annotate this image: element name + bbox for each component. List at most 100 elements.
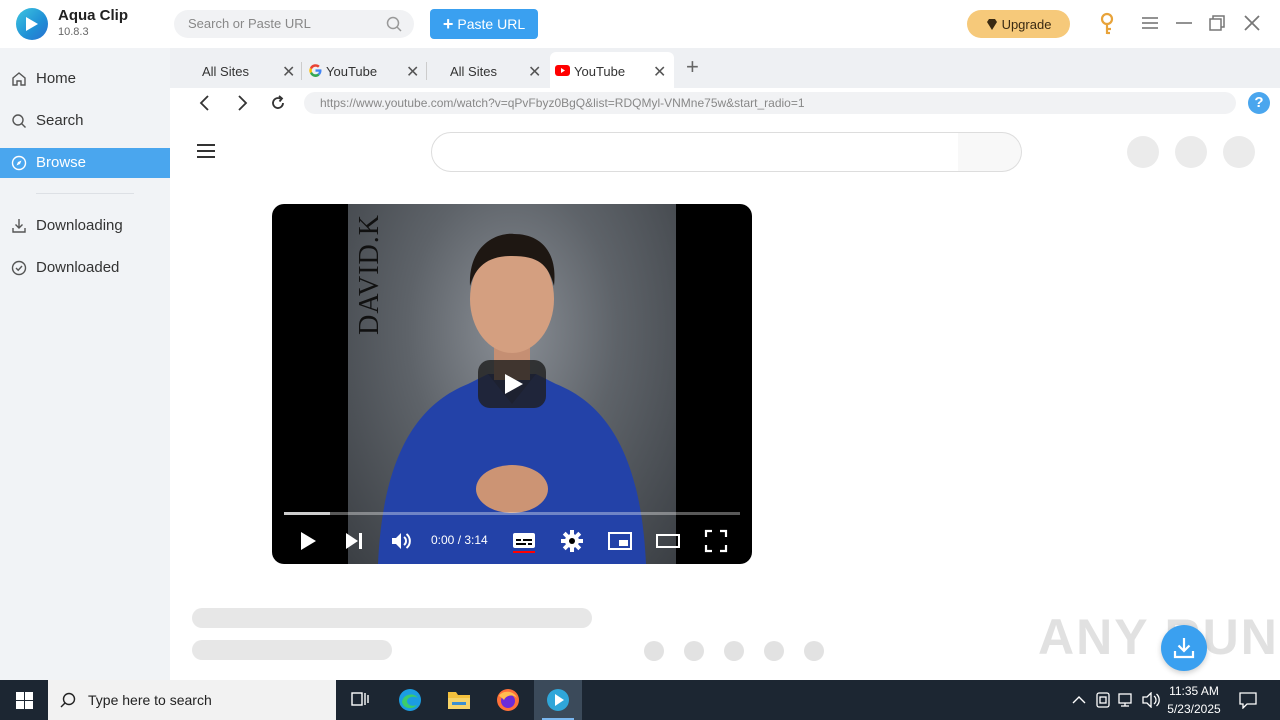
youtube-search-button[interactable] bbox=[958, 132, 1022, 172]
sidebar-item-label: Browse bbox=[36, 154, 87, 171]
tray-clock-time[interactable]: 11:35 AM bbox=[1166, 684, 1222, 698]
sidebar-item-home[interactable]: Home bbox=[0, 64, 170, 94]
tab-youtube-1[interactable]: YouTube ✕ bbox=[304, 52, 422, 88]
youtube-search-input[interactable] bbox=[431, 132, 959, 172]
watermark: ANY RUN bbox=[1038, 609, 1279, 665]
play-overlay-button[interactable] bbox=[478, 360, 546, 408]
tab-close-icon[interactable]: ✕ bbox=[406, 62, 419, 82]
folder-icon bbox=[448, 692, 470, 709]
miniplayer-icon[interactable] bbox=[608, 529, 632, 553]
subtitles-icon[interactable] bbox=[512, 529, 536, 553]
loading-channel-placeholder bbox=[192, 640, 392, 660]
sidebar-item-label: Search bbox=[36, 112, 84, 129]
upgrade-button[interactable]: Upgrade bbox=[967, 10, 1070, 38]
floating-download-button[interactable] bbox=[1161, 625, 1207, 671]
loading-dot bbox=[644, 641, 664, 661]
tray-clock-date[interactable]: 5/23/2025 bbox=[1166, 702, 1222, 716]
app-version: 10.8.3 bbox=[58, 26, 89, 38]
download-icon bbox=[12, 219, 26, 233]
loading-title-placeholder bbox=[192, 608, 592, 628]
sidebar-item-downloading[interactable]: Downloading bbox=[0, 211, 170, 241]
title-bar: Aqua Clip 10.8.3 + Paste URL Upgrade bbox=[0, 0, 1280, 48]
placeholder-circle bbox=[1175, 136, 1207, 168]
tab-close-icon[interactable]: ✕ bbox=[653, 62, 666, 82]
check-circle-icon bbox=[11, 260, 27, 276]
reload-icon[interactable] bbox=[269, 94, 287, 112]
paste-url-button[interactable]: + Paste URL bbox=[430, 9, 538, 39]
home-icon bbox=[12, 72, 26, 86]
tab-label: All Sites bbox=[202, 64, 249, 79]
sidebar-item-label: Home bbox=[36, 70, 77, 87]
loading-dot bbox=[724, 641, 744, 661]
fullscreen-icon[interactable] bbox=[704, 529, 728, 553]
search-icon[interactable] bbox=[386, 16, 402, 32]
hamburger-menu-icon[interactable] bbox=[197, 144, 215, 158]
tray-device-icon[interactable] bbox=[1095, 692, 1111, 708]
next-icon[interactable] bbox=[342, 529, 366, 553]
tab-label: All Sites bbox=[450, 64, 497, 79]
url-search-input[interactable] bbox=[188, 16, 378, 31]
restore-icon[interactable] bbox=[1206, 12, 1228, 34]
taskbar-edge[interactable] bbox=[386, 680, 434, 720]
tab-label: YouTube bbox=[574, 64, 626, 79]
sidebar-item-downloaded[interactable]: Downloaded bbox=[0, 253, 170, 283]
tab-label: YouTube bbox=[326, 64, 378, 79]
windows-taskbar: Type here to search 11:35 AM 5/23/2025 bbox=[0, 680, 1280, 720]
aqua-clip-icon bbox=[547, 689, 569, 711]
tab-close-icon[interactable]: ✕ bbox=[528, 62, 541, 82]
tab-separator bbox=[301, 62, 302, 80]
taskbar-search-box[interactable]: Type here to search bbox=[48, 680, 336, 720]
tab-all-sites-2[interactable]: All Sites ✕ bbox=[428, 52, 548, 88]
taskbar-aqua-clip[interactable] bbox=[534, 680, 582, 720]
tray-chevron-up-icon[interactable] bbox=[1072, 694, 1086, 706]
forward-icon[interactable] bbox=[233, 94, 251, 112]
loading-dot bbox=[684, 641, 704, 661]
video-time: 0:00 / 3:14 bbox=[431, 533, 488, 547]
help-button[interactable]: ? bbox=[1248, 92, 1270, 114]
back-icon[interactable] bbox=[196, 94, 214, 112]
minimize-icon[interactable] bbox=[1173, 12, 1195, 34]
windows-start-button[interactable] bbox=[0, 680, 48, 720]
menu-icon[interactable] bbox=[1139, 12, 1161, 34]
search-icon bbox=[60, 692, 76, 708]
google-icon bbox=[309, 64, 322, 77]
plus-icon: + bbox=[442, 14, 454, 34]
youtube-icon bbox=[555, 65, 570, 76]
url-field[interactable]: https://www.youtube.com/watch?v=qPvFbyz0… bbox=[304, 92, 1236, 114]
network-icon[interactable] bbox=[1118, 692, 1136, 708]
task-view-button[interactable] bbox=[336, 680, 384, 720]
volume-icon[interactable] bbox=[1142, 692, 1160, 708]
search-icon bbox=[12, 114, 26, 128]
new-tab-button[interactable]: + bbox=[686, 54, 699, 80]
tab-close-icon[interactable]: ✕ bbox=[282, 62, 295, 82]
notifications-icon[interactable] bbox=[1239, 691, 1257, 709]
settings-gear-icon[interactable] bbox=[560, 529, 584, 553]
sidebar: Home Search Browse Downloading Downloade… bbox=[0, 48, 170, 680]
tab-separator bbox=[426, 62, 427, 80]
placeholder-circle bbox=[1223, 136, 1255, 168]
tab-youtube-active[interactable]: YouTube ✕ bbox=[550, 52, 674, 88]
tab-all-sites-1[interactable]: All Sites ✕ bbox=[170, 52, 298, 88]
sidebar-divider bbox=[36, 193, 134, 194]
web-content: DAVID.K 0:00 / 3:14 ANY RUN bbox=[170, 118, 1280, 680]
firefox-icon bbox=[497, 689, 519, 711]
progress-bar[interactable] bbox=[284, 512, 740, 515]
theater-mode-icon[interactable] bbox=[656, 529, 680, 553]
upgrade-label: Upgrade bbox=[1001, 16, 1052, 32]
windows-logo-icon bbox=[16, 692, 33, 709]
taskbar-firefox[interactable] bbox=[484, 680, 532, 720]
sidebar-item-browse[interactable]: Browse bbox=[0, 148, 170, 178]
sidebar-item-search[interactable]: Search bbox=[0, 106, 170, 136]
close-icon[interactable] bbox=[1241, 12, 1263, 34]
sidebar-item-label: Downloading bbox=[36, 217, 123, 234]
volume-icon[interactable] bbox=[389, 529, 413, 553]
loading-dot bbox=[764, 641, 784, 661]
loading-dot bbox=[804, 641, 824, 661]
key-icon[interactable] bbox=[1098, 12, 1116, 36]
app-logo-icon bbox=[16, 8, 48, 40]
video-player[interactable]: DAVID.K 0:00 / 3:14 bbox=[272, 204, 752, 564]
play-icon[interactable] bbox=[295, 529, 319, 553]
compass-icon bbox=[11, 155, 27, 171]
url-search-box[interactable] bbox=[174, 10, 414, 38]
taskbar-file-explorer[interactable] bbox=[435, 680, 483, 720]
